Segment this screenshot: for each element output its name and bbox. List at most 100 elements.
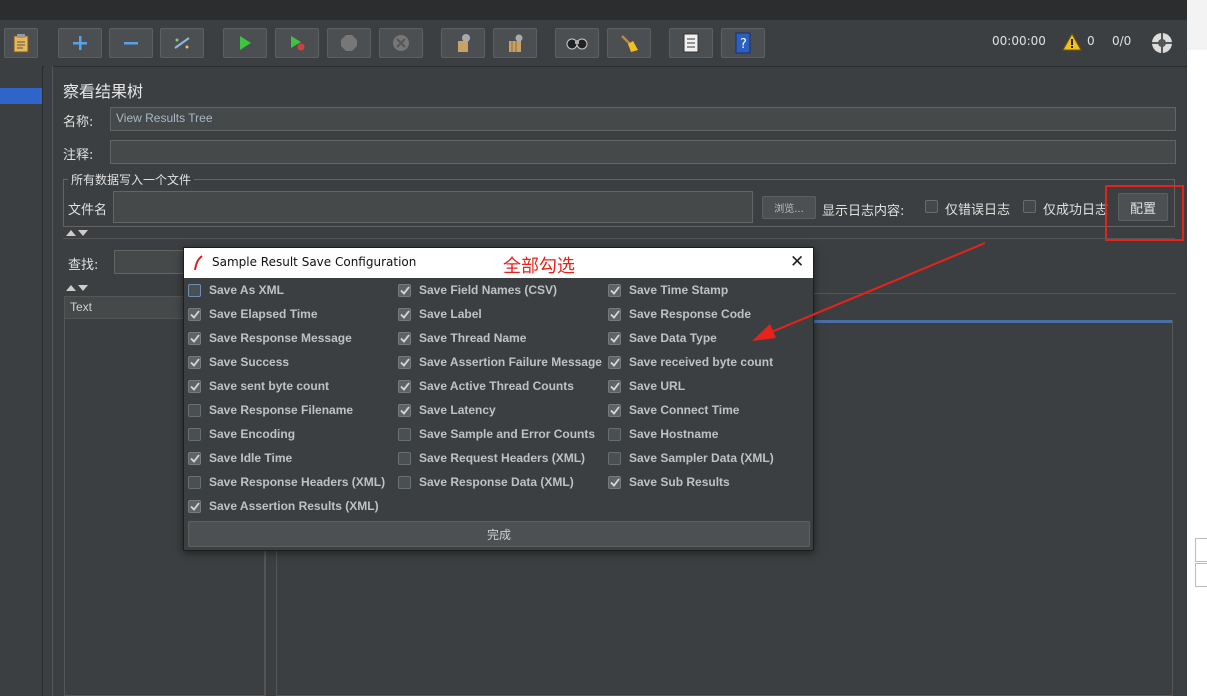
splitter[interactable] xyxy=(44,66,53,696)
start-no-pauses-button[interactable] xyxy=(275,28,319,58)
annotation-text: 全部勾选 xyxy=(503,256,575,277)
unchecked-checkbox-icon[interactable] xyxy=(188,475,201,489)
unchecked-checkbox-icon[interactable] xyxy=(608,427,621,441)
reset-search-button[interactable] xyxy=(607,28,651,58)
unchecked-checkbox-icon[interactable] xyxy=(398,475,411,489)
option-save-time-stamp[interactable]: Save Time Stamp xyxy=(608,280,728,300)
option-save-label[interactable]: Save Label xyxy=(398,304,482,324)
checked-checkbox-icon[interactable] xyxy=(608,475,621,489)
option-save-encoding[interactable]: Save Encoding xyxy=(188,424,295,444)
remote-icon[interactable] xyxy=(1151,32,1173,54)
option-save-as-xml[interactable]: Save As XML xyxy=(188,280,284,300)
highlight-box xyxy=(1105,185,1184,241)
checked-checkbox-icon[interactable] xyxy=(398,307,411,321)
option-save-sent-byte-count[interactable]: Save sent byte count xyxy=(188,376,329,396)
checked-checkbox-icon[interactable] xyxy=(608,331,621,345)
checked-checkbox-icon[interactable] xyxy=(188,331,201,345)
clear-button[interactable] xyxy=(441,28,485,58)
option-label: Save Field Names (CSV) xyxy=(419,283,558,297)
expand-arrows-icon[interactable] xyxy=(66,284,90,292)
option-save-url[interactable]: Save URL xyxy=(608,376,685,396)
unchecked-checkbox-icon[interactable] xyxy=(188,283,201,297)
play-no-timer-icon xyxy=(291,36,305,51)
option-save-hostname[interactable]: Save Hostname xyxy=(608,424,718,444)
option-save-assertion-results-xml[interactable]: Save Assertion Results (XML) xyxy=(188,496,379,516)
templates-button[interactable] xyxy=(4,28,38,58)
filename-field[interactable] xyxy=(113,191,753,223)
help-button[interactable]: ? xyxy=(721,28,765,58)
checked-checkbox-icon[interactable] xyxy=(398,331,411,345)
option-label: Save Assertion Results (XML) xyxy=(209,499,379,513)
option-label: Save URL xyxy=(629,379,686,393)
name-field[interactable]: View Results Tree xyxy=(110,107,1176,131)
unchecked-checkbox-icon[interactable] xyxy=(608,451,621,465)
option-save-connect-time[interactable]: Save Connect Time xyxy=(608,400,739,420)
option-save-elapsed-time[interactable]: Save Elapsed Time xyxy=(188,304,318,324)
option-save-response-headers-xml[interactable]: Save Response Headers (XML) xyxy=(188,472,385,492)
checked-checkbox-icon[interactable] xyxy=(608,403,621,417)
option-save-thread-name[interactable]: Save Thread Name xyxy=(398,328,526,348)
checked-checkbox-icon[interactable] xyxy=(398,403,411,417)
option-save-active-thread-counts[interactable]: Save Active Thread Counts xyxy=(398,376,574,396)
errors-only-checkbox[interactable] xyxy=(925,200,938,213)
checked-checkbox-icon[interactable] xyxy=(188,379,201,393)
start-button[interactable] xyxy=(223,28,267,58)
option-label: Save Connect Time xyxy=(629,403,740,417)
checked-checkbox-icon[interactable] xyxy=(188,307,201,321)
option-label: Save As XML xyxy=(209,283,284,297)
checked-checkbox-icon[interactable] xyxy=(188,355,201,369)
function-helper-button[interactable] xyxy=(669,28,713,58)
unchecked-checkbox-icon[interactable] xyxy=(188,403,201,417)
option-label: Save Time Stamp xyxy=(629,283,729,297)
option-save-assertion-failure-message[interactable]: Save Assertion Failure Message xyxy=(398,352,602,372)
shutdown-button[interactable] xyxy=(379,28,423,58)
checked-checkbox-icon[interactable] xyxy=(398,355,411,369)
name-label: 名称: xyxy=(63,115,94,130)
dialog-title: Sample Result Save Configuration xyxy=(212,255,417,269)
option-save-received-byte-count[interactable]: Save received byte count xyxy=(608,352,773,372)
option-save-response-data-xml[interactable]: Save Response Data (XML) xyxy=(398,472,574,492)
checked-checkbox-icon[interactable] xyxy=(398,379,411,393)
search-field[interactable] xyxy=(114,250,186,274)
option-save-request-headers-xml[interactable]: Save Request Headers (XML) xyxy=(398,448,585,468)
collapse-button[interactable] xyxy=(109,28,153,58)
clipboard-icon xyxy=(13,34,29,53)
stop-button[interactable] xyxy=(327,28,371,58)
selected-tree-node[interactable] xyxy=(0,88,42,104)
option-save-sampler-data-xml[interactable]: Save Sampler Data (XML) xyxy=(608,448,774,468)
option-save-response-code[interactable]: Save Response Code xyxy=(608,304,751,324)
success-only-checkbox[interactable] xyxy=(1023,200,1036,213)
option-save-data-type[interactable]: Save Data Type xyxy=(608,328,717,348)
checked-checkbox-icon[interactable] xyxy=(608,307,621,321)
checked-checkbox-icon[interactable] xyxy=(188,499,201,513)
option-save-response-filename[interactable]: Save Response Filename xyxy=(188,400,353,420)
option-save-sub-results[interactable]: Save Sub Results xyxy=(608,472,730,492)
option-label: Save Encoding xyxy=(209,427,296,441)
unchecked-checkbox-icon[interactable] xyxy=(188,427,201,441)
checked-checkbox-icon[interactable] xyxy=(608,379,621,393)
test-plan-tree[interactable] xyxy=(0,66,43,696)
checked-checkbox-icon[interactable] xyxy=(188,451,201,465)
expand-button[interactable] xyxy=(58,28,102,58)
option-save-response-message[interactable]: Save Response Message xyxy=(188,328,352,348)
collapse-arrows-icon[interactable] xyxy=(66,229,90,237)
option-label: Save Sub Results xyxy=(629,475,730,489)
done-button[interactable]: 完成 xyxy=(188,521,810,547)
dialog-titlebar[interactable]: Sample Result Save Configuration 全部勾选 ✕ xyxy=(184,248,813,278)
comment-field[interactable] xyxy=(110,140,1176,164)
search-button[interactable] xyxy=(555,28,599,58)
unchecked-checkbox-icon[interactable] xyxy=(398,427,411,441)
option-save-field-names-csv[interactable]: Save Field Names (CSV) xyxy=(398,280,557,300)
unchecked-checkbox-icon[interactable] xyxy=(398,451,411,465)
option-save-success[interactable]: Save Success xyxy=(188,352,289,372)
checked-checkbox-icon[interactable] xyxy=(398,283,411,297)
toggle-button[interactable] xyxy=(160,28,204,58)
clear-all-button[interactable] xyxy=(493,28,537,58)
checked-checkbox-icon[interactable] xyxy=(608,283,621,297)
warning-icon[interactable] xyxy=(1062,33,1082,51)
option-save-idle-time[interactable]: Save Idle Time xyxy=(188,448,292,468)
checked-checkbox-icon[interactable] xyxy=(608,355,621,369)
option-save-sample-and-error-counts[interactable]: Save Sample and Error Counts xyxy=(398,424,595,444)
option-save-latency[interactable]: Save Latency xyxy=(398,400,496,420)
browse-button[interactable]: 浏览... xyxy=(762,196,816,219)
